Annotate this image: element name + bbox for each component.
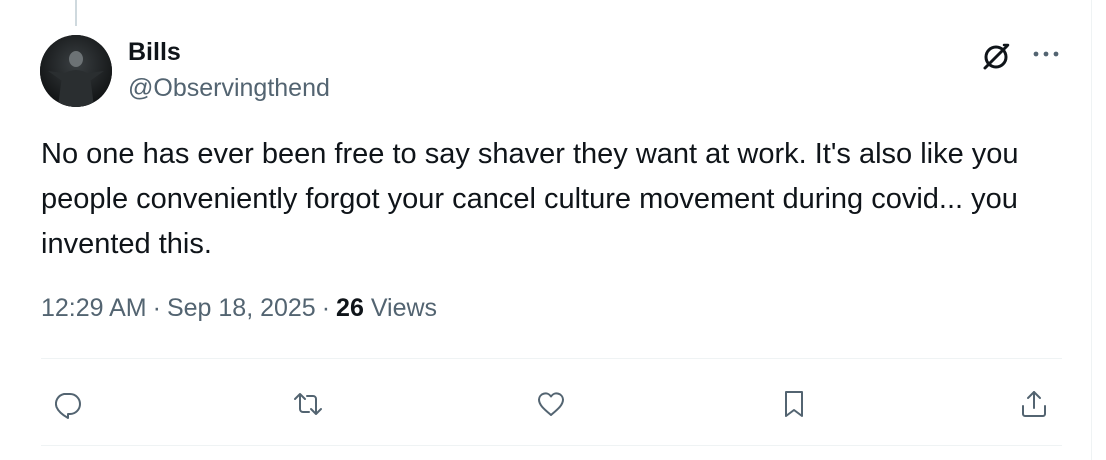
column-border [1091,0,1092,460]
grok-icon[interactable] [980,40,1012,72]
thread-line [75,0,77,26]
share-icon [1022,391,1046,417]
bookmark-icon [785,391,803,417]
reply-button[interactable] [49,386,85,422]
user-handle[interactable]: @Observingthend [128,74,330,103]
reply-icon [55,393,81,419]
like-button[interactable] [533,386,569,422]
share-button[interactable] [1016,386,1052,422]
tweet-time[interactable]: 12:29 AM [41,294,147,322]
like-icon [538,392,564,416]
tweet-date[interactable]: Sep 18, 2025 [167,294,316,322]
tweet-meta: 12:29 AM · Sep 18, 2025 · 26 Views [41,294,437,323]
views-count: 26 [336,294,364,322]
repost-icon [294,393,322,415]
bookmark-button[interactable] [776,386,812,422]
tweet-detail: Bills @Observingthend No one has ever be… [0,0,1106,460]
meta-separator: · [152,294,161,322]
repost-button[interactable] [290,386,326,422]
views-label: Views [370,294,438,322]
meta-separator: · [321,294,331,322]
divider-bottom [41,445,1062,446]
more-icon[interactable] [1030,43,1062,65]
tweet-text: No one has ever been free to say shaver … [41,138,1019,260]
avatar[interactable] [40,35,112,107]
display-name[interactable]: Bills [128,38,181,67]
divider [41,358,1062,359]
avatar-image [40,35,112,107]
